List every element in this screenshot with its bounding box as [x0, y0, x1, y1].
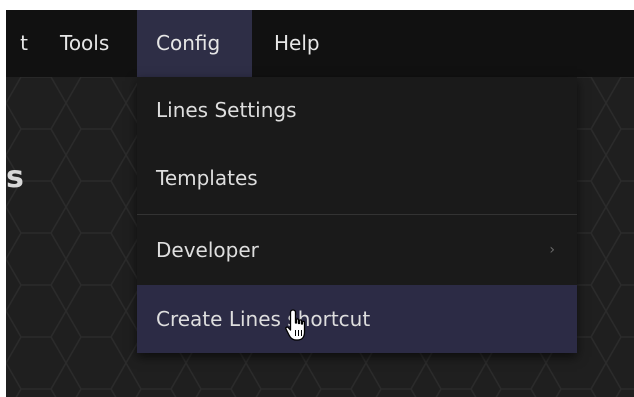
hand-pointer-cursor-icon: [285, 309, 306, 341]
menu-item-label: Developer: [156, 238, 259, 262]
chevron-right-icon: ›: [549, 242, 555, 258]
menu-edit-label: t: [20, 31, 28, 55]
menu-item-label: Templates: [156, 166, 258, 190]
page-heading-fragment: s: [6, 160, 24, 195]
menu-item-templates[interactable]: Templates: [137, 143, 577, 213]
menu-item-developer[interactable]: Developer ›: [137, 215, 577, 285]
app-window: t Tools Config Help s Lines Settings Tem…: [6, 10, 634, 397]
menu-item-label: Lines Settings: [156, 98, 297, 122]
config-dropdown-menu: Lines Settings Templates Developer › Cre…: [137, 77, 577, 353]
menu-item-create-lines-shortcut[interactable]: Create Lines shortcut: [137, 285, 577, 353]
menu-tools-label: Tools: [60, 31, 110, 55]
menu-config-label: Config: [156, 31, 221, 55]
menu-help[interactable]: Help: [260, 10, 340, 77]
menu-help-label: Help: [274, 31, 320, 55]
menu-item-label: Create Lines shortcut: [156, 307, 371, 331]
menu-bar: t Tools Config Help: [6, 10, 634, 77]
menu-tools[interactable]: Tools: [46, 10, 128, 77]
menu-edit[interactable]: t: [6, 10, 34, 77]
menu-item-lines-settings[interactable]: Lines Settings: [137, 77, 577, 143]
menu-config[interactable]: Config: [137, 10, 252, 77]
